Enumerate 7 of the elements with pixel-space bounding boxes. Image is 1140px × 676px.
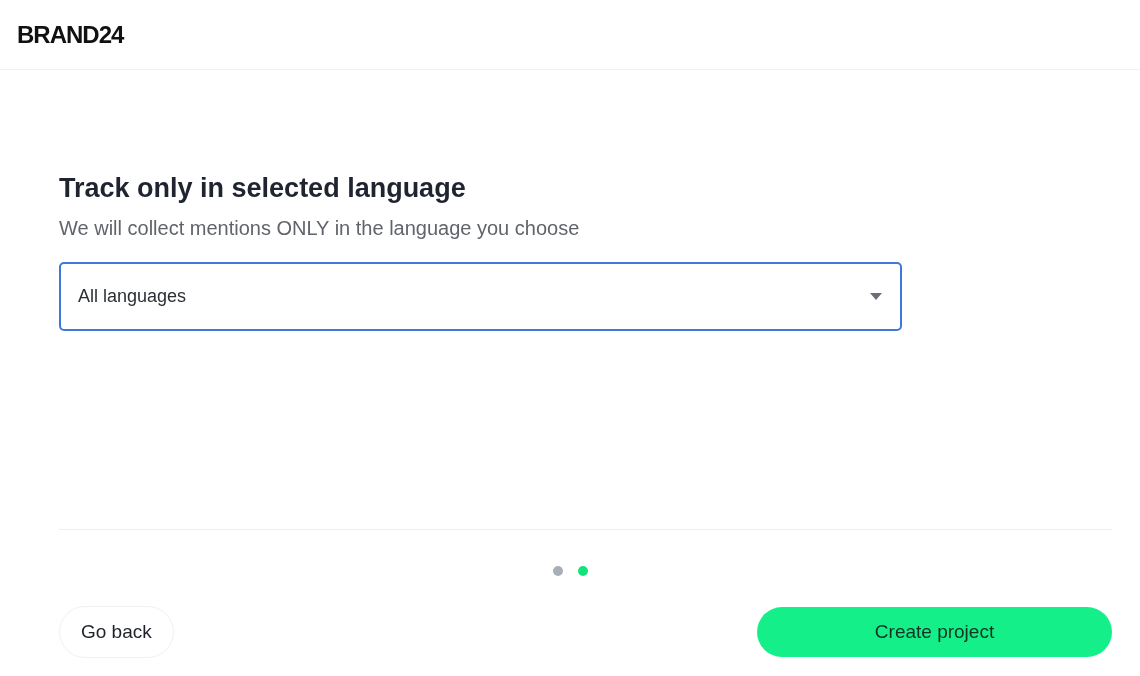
back-button[interactable]: Go back [59, 606, 174, 658]
language-select[interactable]: All languages [59, 262, 902, 331]
step-title: Track only in selected language [59, 173, 467, 204]
create-project-button[interactable]: Create project [757, 607, 1112, 657]
step-subtitle: We will collect mentions ONLY in the language you choose [59, 217, 581, 240]
caret-icon [870, 293, 882, 300]
brand-logo: BRAND24 [17, 20, 124, 49]
